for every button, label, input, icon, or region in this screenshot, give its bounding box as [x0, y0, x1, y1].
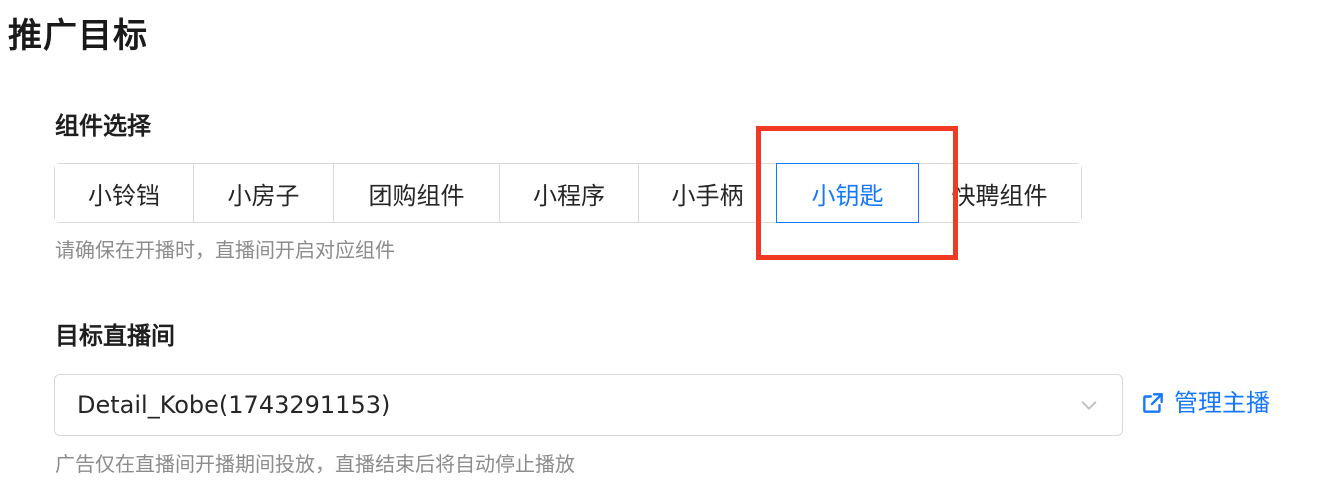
component-option-mini-program[interactable]: 小程序 — [500, 164, 639, 222]
component-option-bell[interactable]: 小铃铛 — [55, 164, 194, 222]
components-hint: 请确保在开播时，直播间开启对应组件 — [55, 238, 395, 262]
live-room-hint: 广告仅在直播间开播期间投放，直播结束后将自动停止播放 — [55, 452, 575, 476]
component-option-house[interactable]: 小房子 — [194, 164, 334, 222]
chevron-down-icon — [1081, 401, 1097, 410]
live-room-select[interactable]: Detail_Kobe(1743291153) — [54, 374, 1123, 436]
component-selector: 小铃铛 小房子 团购组件 小程序 小手柄 小钥匙 快聘组件 — [54, 163, 1082, 223]
component-option-quick-hire[interactable]: 快聘组件 — [918, 164, 1081, 222]
manage-streamer-label: 管理主播 — [1174, 389, 1270, 417]
page-title: 推广目标 — [8, 16, 148, 56]
component-option-gamepad[interactable]: 小手柄 — [639, 164, 777, 222]
page: 推广目标 组件选择 小铃铛 小房子 团购组件 小程序 小手柄 小钥匙 快聘组件 … — [0, 0, 1332, 485]
manage-streamer-link[interactable]: 管理主播 — [1140, 386, 1270, 420]
component-option-group-buy[interactable]: 团购组件 — [334, 164, 500, 222]
live-room-label: 目标直播间 — [55, 322, 175, 350]
external-link-icon — [1143, 393, 1163, 413]
components-label: 组件选择 — [55, 112, 151, 140]
live-room-select-value: Detail_Kobe(1743291153) — [77, 391, 391, 419]
component-option-key[interactable]: 小钥匙 — [776, 163, 919, 223]
